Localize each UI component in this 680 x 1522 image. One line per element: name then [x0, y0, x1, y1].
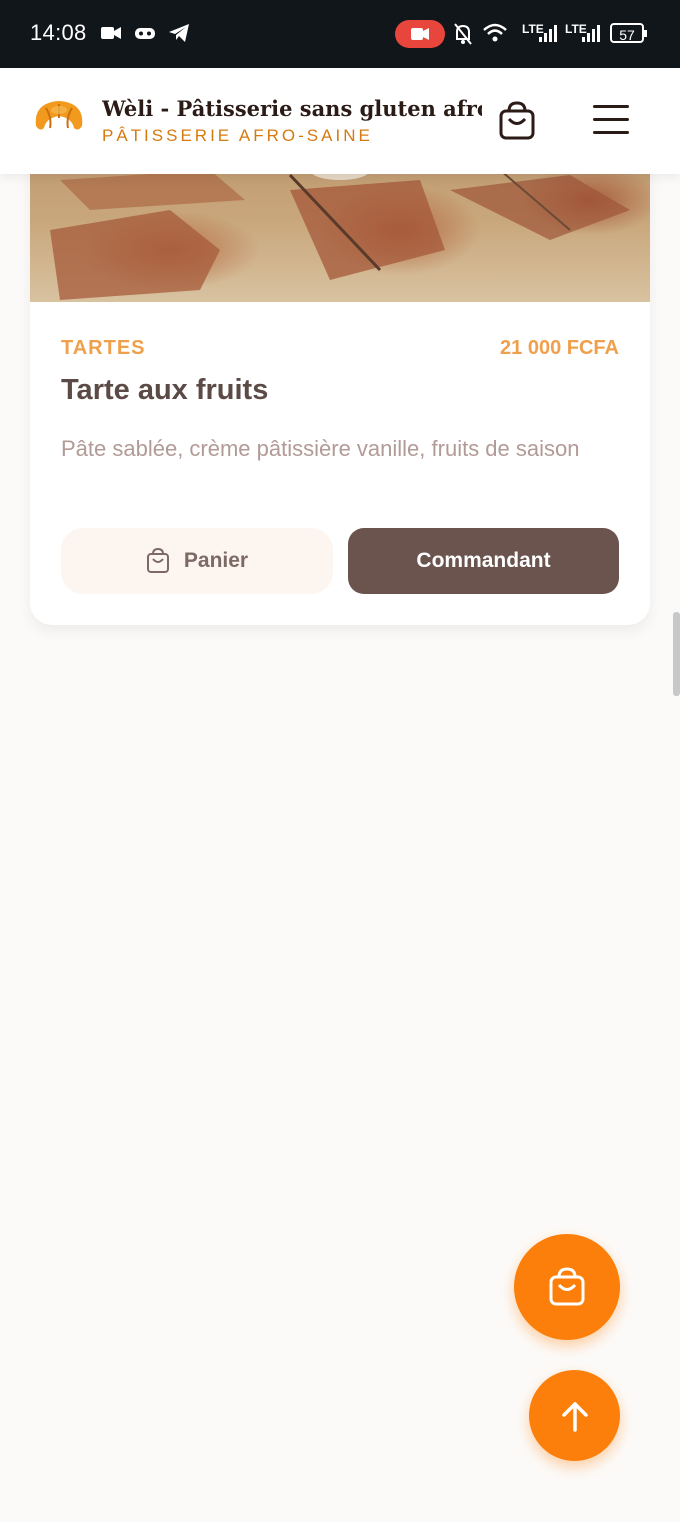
order-button[interactable]: Commandant — [348, 528, 619, 594]
record-camera-icon — [411, 28, 429, 40]
signal-strength-icon — [539, 25, 557, 42]
shopping-bag-icon — [146, 548, 169, 573]
shopping-bag-icon[interactable] — [498, 101, 536, 141]
scrollbar-thumb[interactable] — [673, 612, 680, 696]
gamepad-icon — [135, 28, 155, 39]
battery-indicator: 57 — [610, 23, 647, 43]
product-description: Pâte sablée, crème pâtissière vanille, f… — [61, 436, 580, 461]
status-bar: 14:08 LTE LTE 57 — [0, 0, 680, 68]
arrow-up-icon — [561, 1401, 588, 1432]
app-header: Wèli - Pâtisserie sans gluten afro-... P… — [0, 68, 680, 174]
product-price: 21 000 FCFA — [500, 337, 619, 359]
screen-record-indicator — [395, 20, 445, 48]
shopping-bag-icon — [549, 1267, 585, 1306]
mute-notifications-icon — [454, 23, 472, 45]
site-title[interactable]: Wèli - Pâtisserie sans gluten afro-... — [102, 96, 482, 121]
telegram-icon — [169, 24, 189, 42]
product-title: Tarte aux fruits — [61, 374, 269, 406]
status-time: 14:08 — [30, 20, 87, 45]
hamburger-menu-icon[interactable] — [593, 104, 629, 136]
video-camera-icon — [101, 27, 121, 39]
croissant-icon[interactable] — [32, 96, 86, 144]
floating-cart-button[interactable] — [514, 1234, 620, 1340]
product-card: TARTES 21 000 FCFA Tarte aux fruits Pâte… — [30, 100, 650, 625]
wifi-icon — [483, 23, 507, 42]
scroll-to-top-button[interactable] — [529, 1370, 620, 1461]
signal-strength-icon — [582, 25, 600, 42]
add-to-cart-label: Panier — [183, 549, 249, 572]
site-subtitle: PÂTISSERIE AFRO-SAINE — [102, 126, 373, 145]
add-to-cart-button[interactable]: Panier — [61, 528, 333, 594]
product-category: TARTES — [61, 337, 146, 359]
